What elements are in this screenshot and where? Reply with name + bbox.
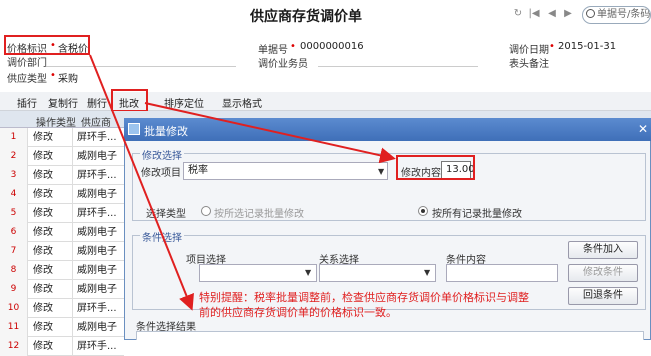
arrow-batch-to-content (144, 102, 396, 164)
reminder-note: 特别提醒：税率批量调整前，检查供应商存货调价单价格标识与调整前的供应商存货调价单… (199, 291, 529, 319)
arrow-flag-to-note (89, 54, 194, 311)
annotation-arrows (89, 54, 396, 311)
